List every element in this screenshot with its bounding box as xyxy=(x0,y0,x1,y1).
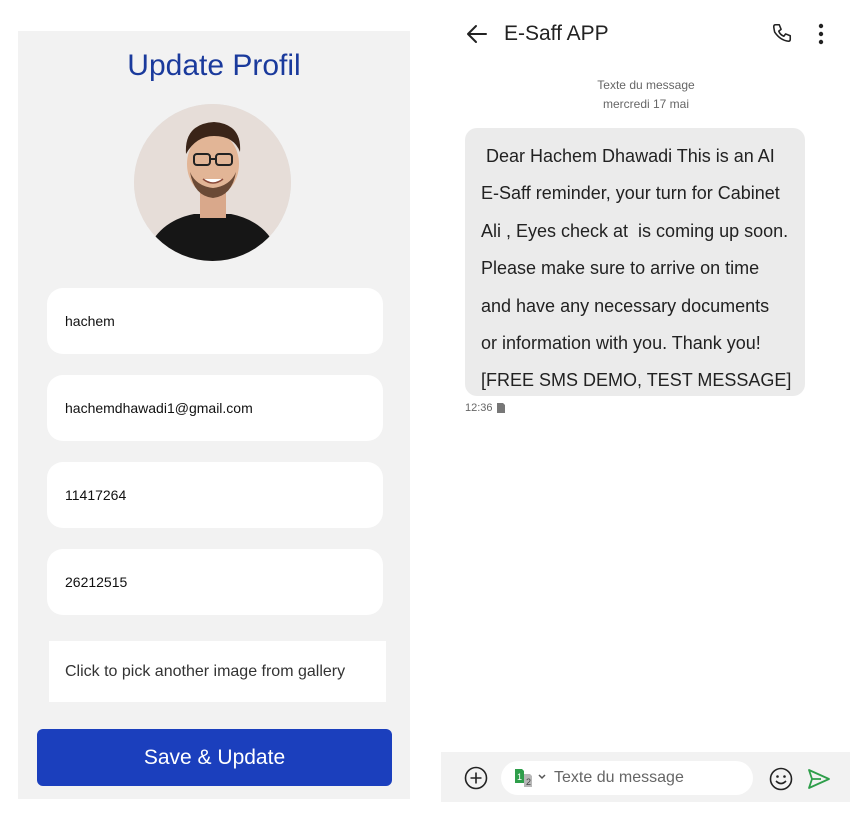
update-profile-screen: Update Profil hachem hachemdhawadi1@gmai… xyxy=(18,31,410,799)
message-line: Dear Hachem Dhawadi This is an AI xyxy=(481,146,775,166)
message-bubble[interactable]: Dear Hachem Dhawadi This is an AI E-Saff… xyxy=(465,128,805,396)
message-input[interactable]: 1 2 Texte du message xyxy=(501,761,753,795)
sms-header: E-Saff APP xyxy=(441,0,863,68)
arrow-left-icon[interactable] xyxy=(465,22,489,46)
message-type-label: Texte du message xyxy=(597,78,695,92)
name-field[interactable]: hachem xyxy=(47,288,383,354)
phone-icon[interactable] xyxy=(771,22,793,44)
message-line: and have any necessary documents xyxy=(481,295,770,316)
message-time: 12:36 xyxy=(465,402,493,414)
svg-text:2: 2 xyxy=(526,777,531,787)
chevron-down-icon[interactable] xyxy=(538,774,546,780)
more-vertical-icon[interactable] xyxy=(813,22,829,46)
plus-circle-icon[interactable] xyxy=(464,766,488,790)
message-line: or information with you. Thank you! xyxy=(481,333,761,354)
phone-field[interactable]: 11417264 xyxy=(47,462,383,528)
message-line: Ali , Eyes check at is coming up soon. xyxy=(481,220,789,241)
message-line: [FREE SMS DEMO, TEST MESSAGE] xyxy=(481,370,792,391)
page-title: Update Profil xyxy=(127,49,301,82)
avatar[interactable] xyxy=(134,104,291,261)
pick-image-button[interactable]: Click to pick another image from gallery xyxy=(49,641,386,702)
email-field[interactable]: hachemdhawadi1@gmail.com xyxy=(47,375,383,441)
message-timestamp: 12:36 xyxy=(465,402,505,414)
conversation-title: E-Saff APP xyxy=(504,22,609,45)
message-line: E-Saff reminder, your turn for Cabinet xyxy=(481,183,780,204)
emoji-icon[interactable] xyxy=(769,767,793,791)
compose-bar: 1 2 Texte du message xyxy=(441,752,850,802)
sim-card-icon xyxy=(496,403,505,413)
send-icon[interactable] xyxy=(807,768,831,790)
svg-text:1: 1 xyxy=(517,772,522,782)
sms-screen: E-Saff APP Texte du message mercredi 17 … xyxy=(441,0,863,817)
message-line: Please make sure to arrive on time xyxy=(481,258,760,279)
message-date: mercredi 17 mai xyxy=(602,97,690,111)
sim-card-icon[interactable]: 1 2 xyxy=(515,769,537,787)
message-input-placeholder: Texte du message xyxy=(554,769,684,786)
second-phone-field[interactable]: 26212515 xyxy=(47,549,383,615)
save-update-button[interactable]: Save & Update xyxy=(37,729,392,786)
